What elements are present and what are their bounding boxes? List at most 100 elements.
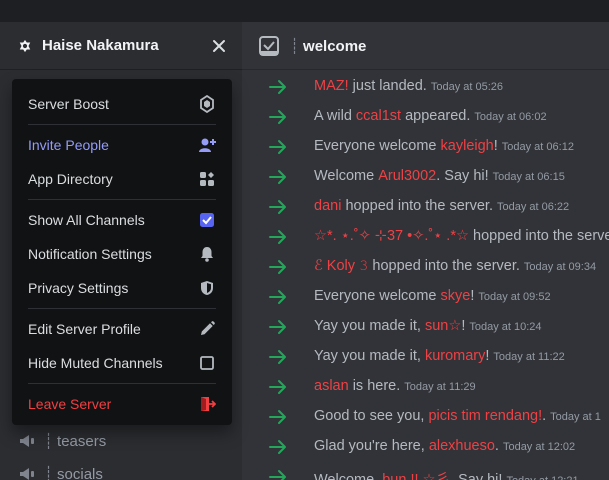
- join-message: MAZ! just landed. Today at 05:26: [242, 72, 609, 102]
- close-icon[interactable]: [212, 39, 226, 53]
- message-text: Everyone welcome skye! Today at 09:52: [314, 288, 551, 304]
- message-text: Welcome, bun !! ☆彡. Say hi!Today at 12:2…: [314, 468, 579, 480]
- timestamp: Today at 1: [550, 411, 601, 423]
- menu-item-edit-server-profile[interactable]: Edit Server Profile: [20, 312, 224, 346]
- join-message: Yay you made it, kuromary! Today at 11:22: [242, 342, 609, 372]
- menu-item-label: Show All Channels: [28, 212, 145, 228]
- message-suffix: . Say hi!: [436, 168, 489, 184]
- join-arrow-icon: [269, 230, 286, 244]
- join-arrow-icon: [269, 140, 286, 154]
- message-prefix: Glad you're here,: [314, 438, 429, 454]
- menu-item-show-all-channels[interactable]: Show All Channels: [20, 203, 224, 237]
- join-message: Everyone welcome kayleigh! Today at 06:12: [242, 132, 609, 162]
- join-message: Everyone welcome skye! Today at 09:52: [242, 282, 609, 312]
- username[interactable]: dani: [314, 198, 341, 214]
- message-prefix: Yay you made it,: [314, 318, 425, 334]
- username[interactable]: picis tim rendang!: [428, 408, 542, 424]
- message-text: Yay you made it, sun☆! Today at 10:24: [314, 318, 542, 334]
- server-header[interactable]: Haise Nakamura: [0, 22, 242, 70]
- menu-item-privacy-settings[interactable]: Privacy Settings: [20, 271, 224, 305]
- checkbox-checked-icon[interactable]: [198, 211, 216, 229]
- pencil-icon: [198, 320, 216, 338]
- menu-item-label: Notification Settings: [28, 246, 152, 262]
- username[interactable]: ☆*. ⋆.˚✧ ⊹37 •✧.˚⋆ .*☆: [314, 228, 469, 244]
- timestamp: Today at 06:02: [474, 111, 547, 123]
- join-arrow-icon: [269, 80, 286, 94]
- menu-item-label: Hide Muted Channels: [28, 355, 163, 371]
- channel-prefix: ┊: [44, 433, 54, 450]
- checkbox-unchecked-icon[interactable]: [198, 354, 216, 372]
- username[interactable]: ccal1st: [356, 108, 401, 124]
- message-suffix: appeared.: [401, 108, 471, 124]
- username[interactable]: sun☆: [425, 318, 461, 334]
- menu-divider: [28, 124, 216, 125]
- username[interactable]: bun !! ☆彡: [382, 472, 450, 480]
- message-suffix: !: [470, 288, 475, 304]
- timestamp: Today at 05:26: [430, 81, 504, 93]
- join-arrow-icon: [269, 470, 286, 480]
- message-text: Everyone welcome kayleigh! Today at 06:12: [314, 138, 574, 154]
- timestamp: Today at 10:24: [469, 321, 542, 333]
- join-arrow-icon: [269, 110, 286, 124]
- add-person-icon: [198, 136, 216, 154]
- join-message: Welcome Arul3002. Say hi! Today at 06:15: [242, 162, 609, 192]
- channel-title-prefix: ┊: [290, 37, 300, 55]
- menu-item-hide-muted-channels[interactable]: Hide Muted Channels: [20, 346, 224, 380]
- message-suffix: hopped into the server.: [341, 198, 493, 214]
- menu-divider: [28, 383, 216, 384]
- bell-icon: [198, 245, 216, 263]
- join-arrow-icon: [269, 290, 286, 304]
- menu-item-leave-server[interactable]: Leave Server: [20, 387, 224, 421]
- menu-item-app-directory[interactable]: App Directory: [20, 162, 224, 196]
- username[interactable]: Arul3002: [378, 168, 436, 184]
- rules-channel-icon: [259, 35, 279, 56]
- message-text: Yay you made it, kuromary! Today at 11:22: [314, 348, 565, 364]
- message-text: Glad you're here, alexhueso. Today at 12:…: [314, 438, 575, 454]
- username[interactable]: kuromary: [425, 348, 485, 364]
- username[interactable]: MAZ!: [314, 78, 349, 94]
- message-text: Welcome Arul3002. Say hi! Today at 06:15: [314, 168, 565, 184]
- channel-item-teasers[interactable]: ┊ teasers: [18, 428, 106, 454]
- message-text: aslan is here. Today at 11:29: [314, 378, 476, 394]
- menu-item-server-boost[interactable]: Server Boost: [20, 87, 224, 121]
- message-list: MAZ! just landed. Today at 05:26 A wild cc…: [242, 70, 609, 480]
- message-suffix: .: [542, 408, 547, 424]
- menu-item-label: Leave Server: [28, 396, 112, 412]
- menu-item-invite-people[interactable]: Invite People: [20, 128, 224, 162]
- join-arrow-icon: [269, 380, 286, 394]
- username[interactable]: kayleigh: [441, 138, 494, 154]
- timestamp: Today at 06:15: [492, 171, 565, 183]
- menu-item-label: Invite People: [28, 137, 109, 153]
- timestamp: Today at 12:21: [506, 475, 578, 480]
- join-message: dani hopped into the server. Today at 06:…: [242, 192, 609, 222]
- menu-item-notification-settings[interactable]: Notification Settings: [20, 237, 224, 271]
- message-suffix: .: [494, 438, 499, 454]
- username[interactable]: aslan: [314, 378, 349, 394]
- announcement-icon: [20, 468, 34, 480]
- join-message: ℰ Koly 𝟹 hopped into the server. Today at…: [242, 252, 609, 282]
- message-suffix: !: [461, 318, 466, 334]
- server-name: Haise Nakamura: [42, 37, 159, 54]
- message-prefix: Welcome: [314, 168, 379, 184]
- join-message: Good to see you, picis tim rendang!. Toda…: [242, 402, 609, 432]
- join-arrow-icon: [269, 320, 286, 334]
- username[interactable]: alexhueso: [429, 438, 495, 454]
- username[interactable]: ℰ Koly 𝟹: [314, 258, 368, 274]
- channel-item-socials[interactable]: ┊ socials: [18, 461, 103, 480]
- timestamp: Today at 06:22: [496, 201, 570, 213]
- announcement-icon: [20, 435, 34, 447]
- timestamp: Today at 12:02: [502, 441, 576, 453]
- join-message: aslan is here. Today at 11:29: [242, 372, 609, 402]
- join-arrow-icon: [269, 170, 286, 184]
- message-prefix: Everyone welcome: [314, 138, 441, 154]
- message-prefix: Good to see you,: [314, 408, 429, 424]
- server-dropdown-menu: Server Boost Invite People App Directory…: [12, 79, 232, 425]
- username[interactable]: skye: [441, 288, 471, 304]
- join-arrow-icon: [269, 410, 286, 424]
- menu-item-label: Server Boost: [28, 96, 109, 112]
- message-prefix: Yay you made it,: [314, 348, 425, 364]
- message-text: ℰ Koly 𝟹 hopped into the server. Today at…: [314, 258, 596, 274]
- join-arrow-icon: [269, 260, 286, 274]
- channel-header: ┊ welcome: [242, 22, 609, 70]
- app-directory-icon: [198, 170, 216, 188]
